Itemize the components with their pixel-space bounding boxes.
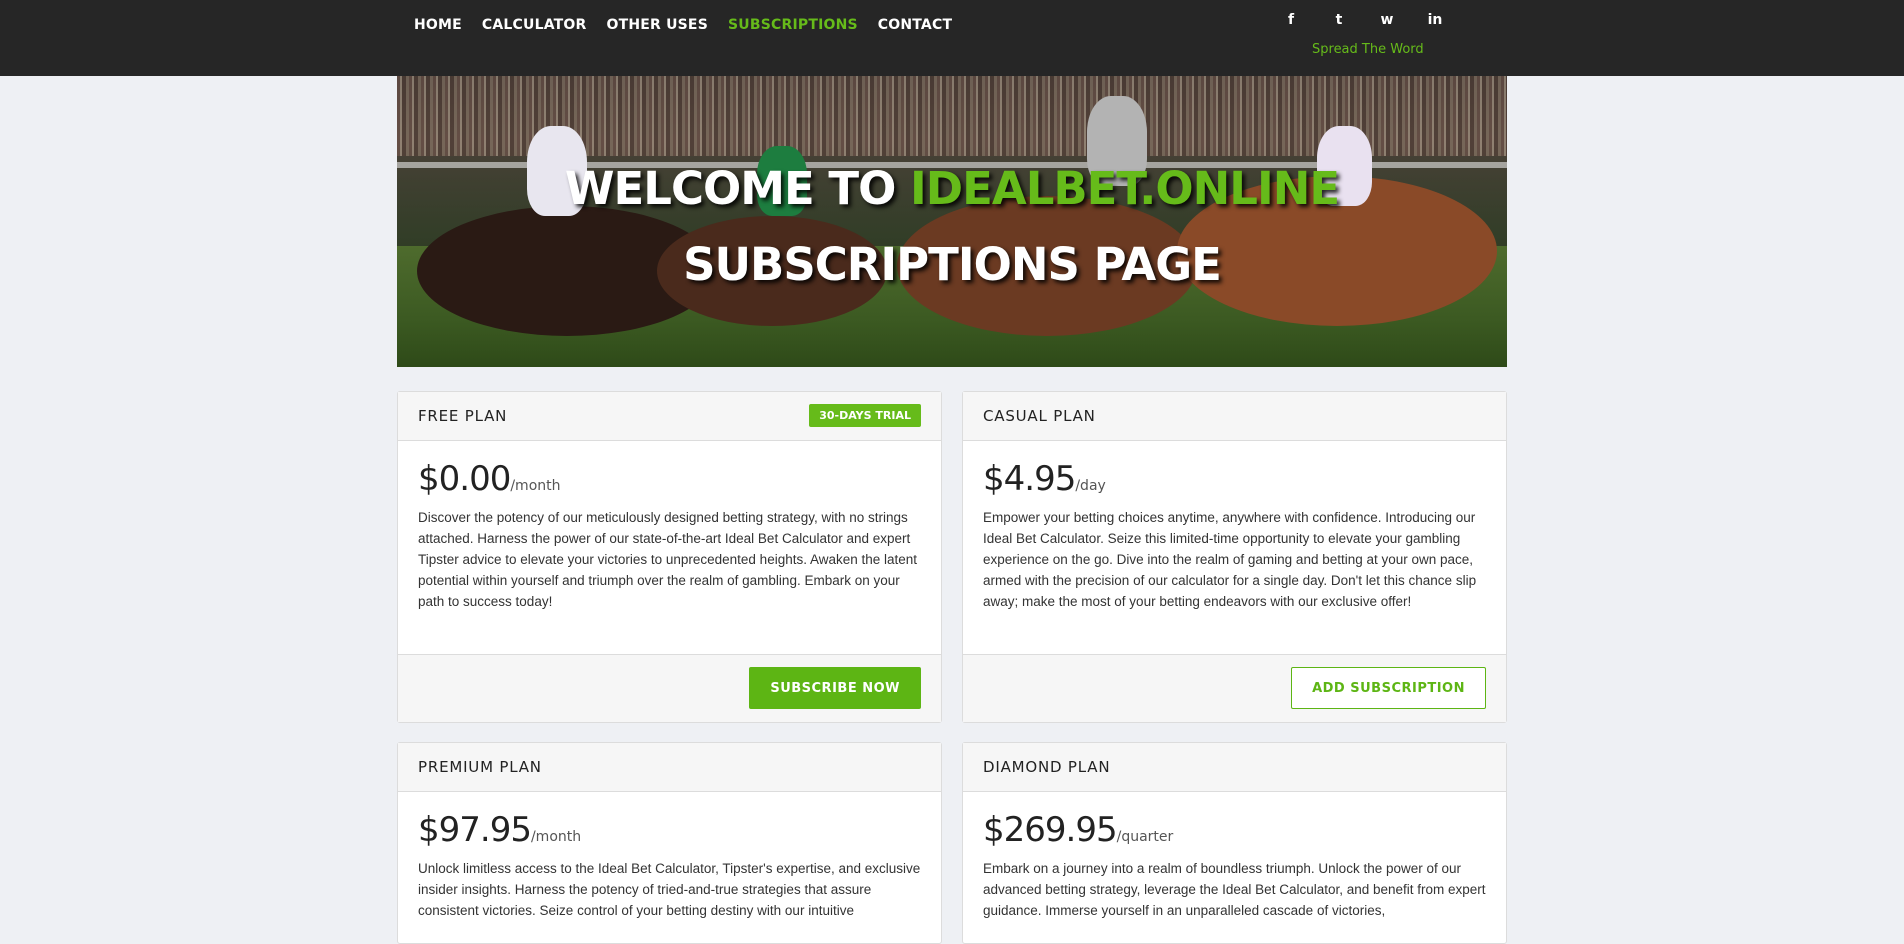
hero-title-line1: WELCOME TO IDEALBET.ONLINE bbox=[397, 151, 1507, 227]
plan-card-header: DIAMOND PLAN bbox=[963, 743, 1506, 792]
top-navigation-bar: HOME CALCULATOR OTHER USES SUBSCRIPTIONS… bbox=[0, 0, 1904, 76]
plan-price: $0.00 bbox=[418, 459, 511, 499]
hero-title-prefix: WELCOME TO bbox=[564, 162, 911, 215]
nav-calculator[interactable]: CALCULATOR bbox=[482, 17, 587, 33]
plan-title: DIAMOND PLAN bbox=[983, 758, 1111, 776]
main-nav: HOME CALCULATOR OTHER USES SUBSCRIPTIONS… bbox=[414, 17, 952, 33]
spread-the-word-label: Spread The Word bbox=[1312, 42, 1424, 57]
plan-period: /month bbox=[510, 478, 561, 494]
plan-period: /month bbox=[530, 829, 582, 845]
plan-price: $4.95 bbox=[983, 459, 1076, 499]
plan-description: Discover the potency of our meticulously… bbox=[418, 510, 918, 609]
hero-title: WELCOME TO IDEALBET.ONLINE SUBSCRIPTIONS… bbox=[397, 151, 1507, 303]
plan-period: /day bbox=[1075, 478, 1106, 494]
linkedin-icon[interactable]: in bbox=[1424, 12, 1446, 28]
plan-title: FREE PLAN bbox=[418, 407, 508, 425]
plan-price-row: $269.95/quarter bbox=[983, 810, 1486, 850]
trial-badge: 30-DAYS TRIAL bbox=[809, 404, 921, 427]
plan-card-header: FREE PLAN 30-DAYS TRIAL bbox=[398, 392, 941, 441]
plan-card-body: $97.95/month Unlock limitless access to … bbox=[398, 792, 941, 921]
nav-home[interactable]: HOME bbox=[414, 17, 462, 33]
add-subscription-button[interactable]: ADD SUBSCRIPTION bbox=[1291, 667, 1486, 709]
plan-price-row: $4.95/day bbox=[983, 459, 1486, 499]
plan-card-free: FREE PLAN 30-DAYS TRIAL $0.00/month Disc… bbox=[397, 391, 942, 723]
whatsapp-icon[interactable]: w bbox=[1376, 12, 1398, 28]
hero-banner: WELCOME TO IDEALBET.ONLINE SUBSCRIPTIONS… bbox=[397, 76, 1507, 367]
plan-price-row: $0.00/month bbox=[418, 459, 921, 499]
nav-other-uses[interactable]: OTHER USES bbox=[607, 17, 708, 33]
social-links: f t w in bbox=[1280, 12, 1446, 28]
plan-card-header: PREMIUM PLAN bbox=[398, 743, 941, 792]
nav-subscriptions[interactable]: SUBSCRIPTIONS bbox=[728, 17, 858, 33]
plan-title: PREMIUM PLAN bbox=[418, 758, 542, 776]
plan-period: /quarter bbox=[1116, 829, 1174, 845]
plan-card-premium: PREMIUM PLAN $97.95/month Unlock limitle… bbox=[397, 742, 942, 944]
plan-title: CASUAL PLAN bbox=[983, 407, 1096, 425]
plan-card-body: $0.00/month Discover the potency of our … bbox=[398, 441, 941, 612]
nav-contact[interactable]: CONTACT bbox=[878, 17, 952, 33]
plan-card-body: $269.95/quarter Embark on a journey into… bbox=[963, 792, 1506, 921]
plan-description: Embark on a journey into a realm of boun… bbox=[983, 861, 1486, 918]
plan-price: $97.95 bbox=[418, 810, 532, 850]
hero-title-line2: SUBSCRIPTIONS PAGE bbox=[683, 238, 1222, 291]
plan-description: Empower your betting choices anytime, an… bbox=[983, 510, 1477, 609]
plan-description: Unlock limitless access to the Ideal Bet… bbox=[418, 861, 921, 918]
plan-card-footer: SUBSCRIBE NOW bbox=[398, 654, 941, 722]
twitter-icon[interactable]: t bbox=[1328, 12, 1350, 28]
hero-brand-name: IDEALBET.ONLINE bbox=[910, 162, 1340, 215]
facebook-icon[interactable]: f bbox=[1280, 12, 1302, 28]
plan-card-header: CASUAL PLAN bbox=[963, 392, 1506, 441]
plan-card-body: $4.95/day Empower your betting choices a… bbox=[963, 441, 1506, 612]
plan-card-footer: ADD SUBSCRIPTION bbox=[963, 654, 1506, 722]
plan-price: $269.95 bbox=[983, 810, 1118, 850]
plan-card-diamond: DIAMOND PLAN $269.95/quarter Embark on a… bbox=[962, 742, 1507, 944]
subscribe-now-button[interactable]: SUBSCRIBE NOW bbox=[749, 667, 921, 709]
plan-price-row: $97.95/month bbox=[418, 810, 921, 850]
plan-card-casual: CASUAL PLAN $4.95/day Empower your betti… bbox=[962, 391, 1507, 723]
